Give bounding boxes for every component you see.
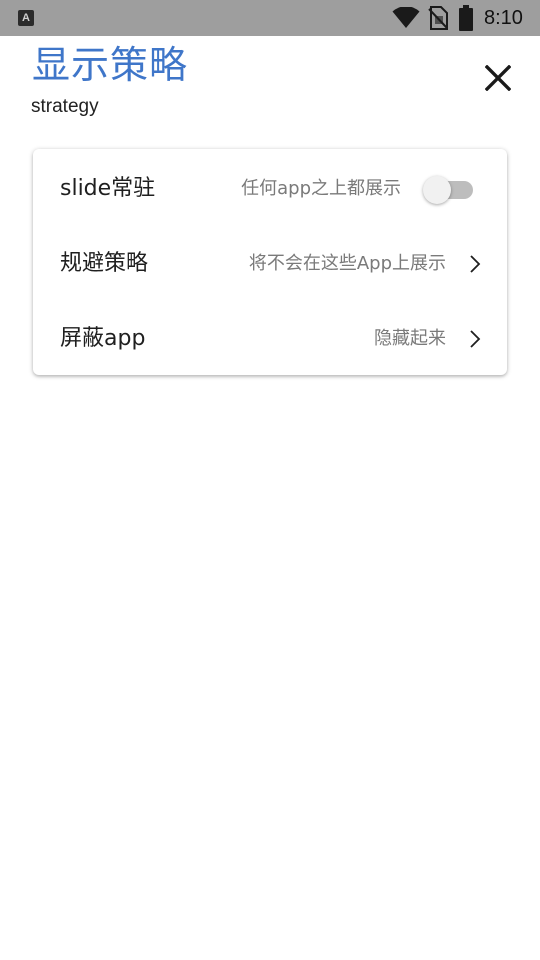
wifi-icon	[392, 7, 420, 28]
setting-description: 任何app之上都展示	[241, 178, 401, 199]
status-time: 8:10	[484, 7, 523, 29]
setting-label: 规避策略	[60, 251, 149, 276]
app-notification-icon: A	[18, 10, 34, 26]
setting-description: 将不会在这些App上展示	[248, 253, 446, 274]
chevron-right-icon	[470, 330, 481, 348]
setting-row-avoid-strategy[interactable]: 规避策略 将不会在这些App上展示	[33, 226, 507, 301]
toggle-thumb	[423, 176, 451, 204]
close-icon	[485, 65, 511, 91]
no-sim-icon	[428, 6, 448, 30]
setting-row-block-app[interactable]: 屏蔽app 隐藏起来	[33, 301, 507, 376]
setting-label: 屏蔽app	[60, 326, 146, 351]
setting-row-slide-pinned[interactable]: slide常驻 任何app之上都展示	[33, 151, 507, 226]
close-button[interactable]	[478, 58, 518, 98]
chevron-right-icon	[470, 255, 481, 273]
settings-card: slide常驻 任何app之上都展示 规避策略 将不会在这些App上展示 屏蔽a…	[33, 149, 507, 375]
status-bar: A 8:10	[0, 0, 540, 36]
page-title: 显示策略	[32, 43, 189, 87]
setting-label: slide常驻	[60, 176, 156, 201]
page-subtitle: strategy	[31, 96, 99, 117]
battery-icon	[459, 5, 473, 31]
slide-pinned-toggle[interactable]	[423, 176, 475, 204]
setting-description: 隐藏起来	[374, 328, 446, 349]
